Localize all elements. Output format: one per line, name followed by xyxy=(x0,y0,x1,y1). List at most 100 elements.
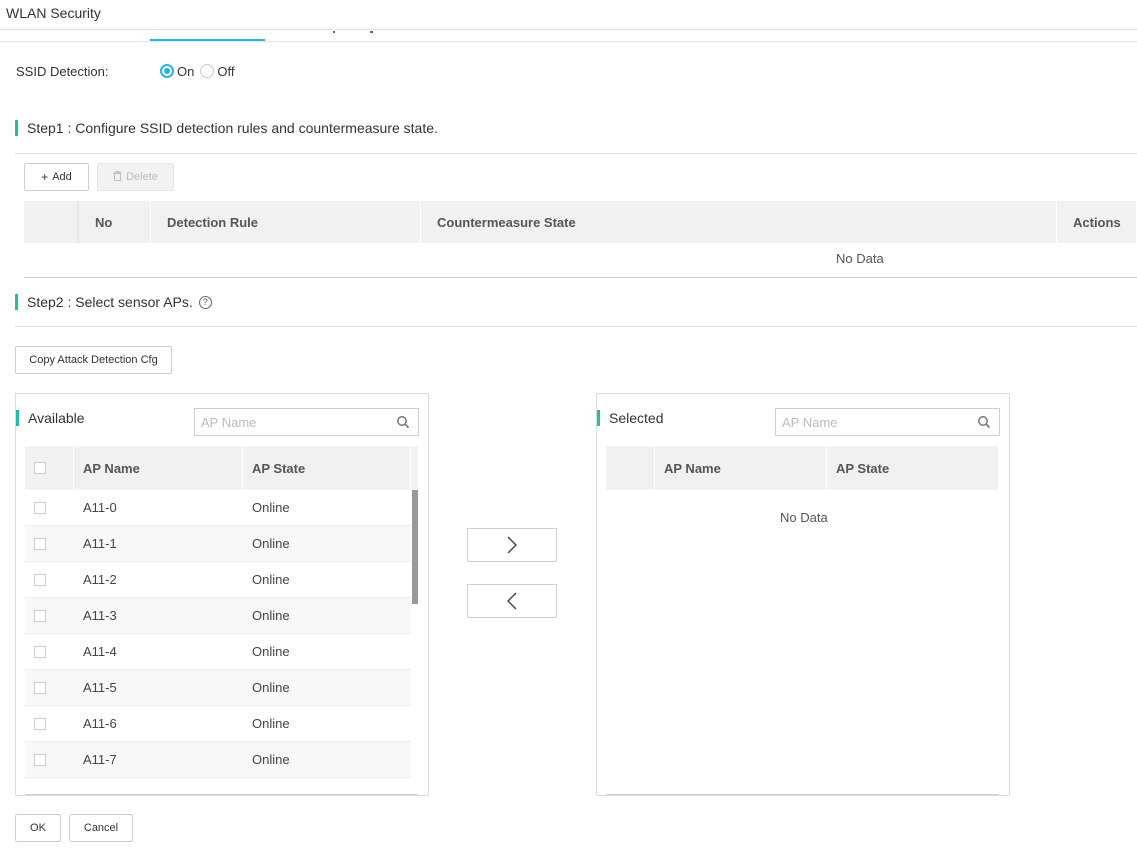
selected-title-row: Selected xyxy=(597,410,663,426)
page-title: WLAN Security xyxy=(6,5,101,21)
table-bottom-line xyxy=(25,794,418,795)
cancel-button[interactable]: Cancel xyxy=(69,814,133,842)
table-bottom-line xyxy=(606,794,999,795)
ssid-detection-on-radio[interactable]: On xyxy=(160,64,194,79)
ap-name-cell: A11-0 xyxy=(83,500,117,515)
ap-name-cell: A11-4 xyxy=(83,644,117,659)
table-bottom-line xyxy=(24,277,1137,278)
column-header-actions: Actions xyxy=(1057,201,1137,243)
row-checkbox[interactable] xyxy=(34,501,46,514)
section-accent-bar xyxy=(16,410,19,426)
available-title-row: Available xyxy=(16,410,85,426)
add-button-label: Add xyxy=(52,171,72,183)
available-title: Available xyxy=(28,410,85,426)
tab-fragment xyxy=(370,31,373,33)
add-button[interactable]: + Add xyxy=(24,163,89,191)
row-checkbox[interactable] xyxy=(34,645,46,658)
ap-state-cell: Online xyxy=(252,752,290,767)
ap-name-cell: A11-2 xyxy=(83,572,117,587)
delete-button-label: Delete xyxy=(126,171,158,183)
tab-fragment xyxy=(333,31,335,33)
plus-icon: + xyxy=(41,170,49,184)
scrollbar-thumb[interactable] xyxy=(412,490,418,604)
section-accent-bar xyxy=(15,294,18,310)
row-checkbox[interactable] xyxy=(34,537,46,550)
available-search-box[interactable] xyxy=(194,408,419,436)
ap-state-cell: Online xyxy=(252,680,290,695)
radio-unselected-icon[interactable] xyxy=(200,64,215,78)
select-all-column xyxy=(24,201,79,243)
ap-name-cell: A11-3 xyxy=(83,608,117,623)
search-icon[interactable] xyxy=(977,415,991,429)
column-header-ap-name: AP Name xyxy=(74,446,243,490)
available-panel: Available AP Name AP State A11-0 Online … xyxy=(15,393,429,796)
available-table-header: AP Name AP State xyxy=(25,446,418,490)
section-accent-bar xyxy=(597,410,600,426)
step2-heading: Step2 : Select sensor APs. ? xyxy=(15,293,212,311)
help-icon[interactable]: ? xyxy=(198,295,212,309)
row-checkbox[interactable] xyxy=(34,753,46,766)
available-search-input[interactable] xyxy=(195,409,385,435)
table-row[interactable]: A11-2 Online xyxy=(25,562,411,598)
title-bar: WLAN Security xyxy=(0,0,1137,30)
trash-icon xyxy=(113,170,123,184)
ssid-detection-label: SSID Detection: xyxy=(16,63,109,79)
table-row[interactable]: A11-3 Online xyxy=(25,598,411,634)
ap-name-cell: A11-5 xyxy=(83,680,117,695)
column-header-ap-name: AP Name xyxy=(655,446,827,490)
column-header-no: No xyxy=(79,201,151,243)
cancel-button-label: Cancel xyxy=(83,822,119,834)
ap-state-cell: Online xyxy=(252,572,290,587)
ok-button[interactable]: OK xyxy=(15,814,61,842)
selected-title: Selected xyxy=(609,410,664,426)
ap-state-cell: Online xyxy=(252,500,290,515)
row-checkbox[interactable] xyxy=(34,681,46,694)
ap-state-cell: Online xyxy=(252,644,290,659)
table-row[interactable]: A11-4 Online xyxy=(25,634,411,670)
ssid-detection-row: SSID Detection: On Off xyxy=(16,62,240,80)
chevron-left-icon xyxy=(507,592,517,610)
active-tab-indicator[interactable] xyxy=(150,39,265,41)
search-icon[interactable] xyxy=(396,415,410,429)
ssid-detection-off-radio[interactable]: Off xyxy=(200,64,234,79)
column-header-detection-rule: Detection Rule xyxy=(151,201,421,243)
row-checkbox[interactable] xyxy=(34,717,46,730)
ok-button-label: OK xyxy=(30,822,46,834)
section-accent-bar xyxy=(15,120,18,136)
move-left-button[interactable] xyxy=(467,584,557,618)
select-all-cell xyxy=(25,446,74,490)
available-table-body: A11-0 Online A11-1 Online A11-2 Online A… xyxy=(25,490,411,778)
row-checkbox[interactable] xyxy=(34,609,46,622)
chevron-right-icon xyxy=(507,536,517,554)
column-header-ap-state: AP State xyxy=(827,446,999,490)
row-checkbox[interactable] xyxy=(34,573,46,586)
ap-state-cell: Online xyxy=(252,536,290,551)
table-row[interactable]: A11-0 Online xyxy=(25,490,411,526)
copy-button-label: Copy Attack Detection Cfg xyxy=(29,354,158,366)
table-row[interactable]: A11-6 Online xyxy=(25,706,411,742)
step1-title: Step1 : Configure SSID detection rules a… xyxy=(27,120,438,136)
divider xyxy=(15,326,1137,327)
copy-attack-detection-cfg-button[interactable]: Copy Attack Detection Cfg xyxy=(15,346,172,374)
selected-panel: Selected AP Name AP State No Data xyxy=(596,393,1010,796)
selected-search-box[interactable] xyxy=(775,408,1000,436)
table-row[interactable]: A11-5 Online xyxy=(25,670,411,706)
ap-state-cell: Online xyxy=(252,608,290,623)
rules-empty-text: No Data xyxy=(836,251,884,266)
ap-name-cell: A11-1 xyxy=(83,536,117,551)
rules-table-header: No Detection Rule Countermeasure State A… xyxy=(24,201,1137,243)
radio-label: Off xyxy=(217,63,235,79)
table-row[interactable]: A11-1 Online xyxy=(25,526,411,562)
select-all-checkbox[interactable] xyxy=(34,462,46,474)
delete-button[interactable]: Delete xyxy=(97,163,174,191)
select-all-cell xyxy=(606,446,655,490)
radio-selected-icon[interactable] xyxy=(160,64,174,78)
column-header-ap-state: AP State xyxy=(243,446,411,490)
step1-heading: Step1 : Configure SSID detection rules a… xyxy=(15,119,438,137)
ap-state-cell: Online xyxy=(252,716,290,731)
divider xyxy=(15,153,1137,154)
selected-empty-text: No Data xyxy=(780,510,828,525)
selected-search-input[interactable] xyxy=(776,409,966,435)
move-right-button[interactable] xyxy=(467,528,557,562)
table-row[interactable]: A11-7 Online xyxy=(25,742,411,778)
